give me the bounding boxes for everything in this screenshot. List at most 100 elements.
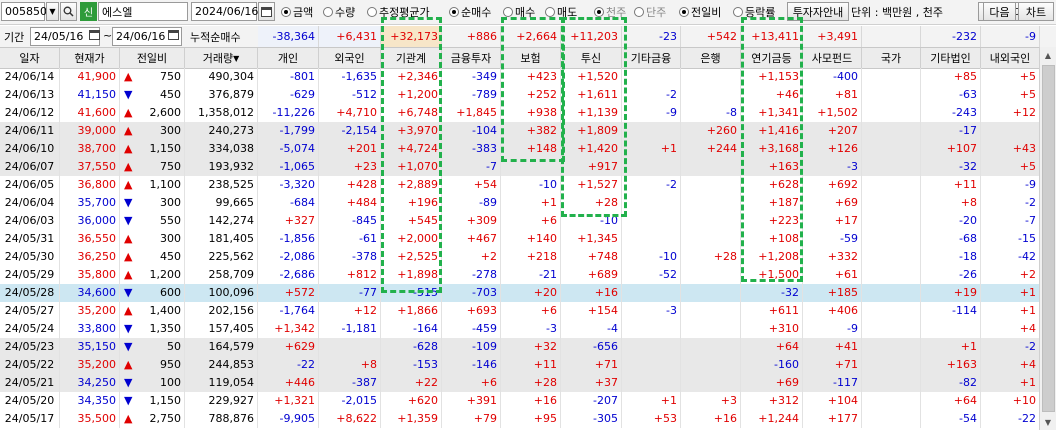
table-row[interactable]: 24/05/17 35,500 ▲ 2,750 788,876 -9,905 +8,622 +… (0, 410, 1040, 428)
table-row[interactable]: 24/06/07 37,550 ▲ 750 193,932 -1,065 +23 +1,070… (0, 158, 1040, 176)
column-header[interactable]: 보험 (501, 48, 561, 68)
change-cell: ▼ 600 (120, 284, 185, 302)
scroll-up-icon[interactable]: ▲ (1040, 47, 1056, 63)
radio-amount[interactable]: 금액 (281, 2, 313, 21)
column-header[interactable]: 외국인 (319, 48, 381, 68)
table-row[interactable]: 24/05/20 34,350 ▼ 1,150 229,927 +1,321 -2,015 +… (0, 392, 1040, 410)
date-cell: 24/06/10 (0, 140, 60, 158)
investor-cell: +1 (501, 194, 561, 212)
radio-avg-price[interactable]: 추정평균가 (367, 2, 430, 21)
radio-amount-label: 금액 (293, 5, 314, 19)
investor-cell: -378 (319, 248, 381, 266)
scroll-thumb[interactable] (1042, 65, 1055, 412)
date-input[interactable]: 2024/06/16 (191, 2, 258, 21)
column-header[interactable]: 금융투자 (442, 48, 501, 68)
volume-cell: 376,879 (185, 86, 258, 104)
column-header[interactable]: 은행 (681, 48, 741, 68)
investor-cell (862, 320, 921, 338)
investor-cell: -9 (803, 320, 862, 338)
calendar-from-icon[interactable] (89, 29, 100, 43)
radio-net-buy-dot (449, 6, 459, 17)
volume-sort-icon[interactable]: ▼ (233, 54, 239, 63)
investor-cell: +1,898 (381, 266, 442, 284)
table-row[interactable]: 24/05/21 34,250 ▼ 100 119,054 +446 -387 +22 +6 +2… (0, 374, 1040, 392)
change-value: 1,150 (149, 394, 182, 407)
investor-cell: -3 (501, 320, 561, 338)
radio-prev-day[interactable]: 전일비 (679, 2, 721, 21)
investor-cell: +446 (258, 374, 319, 392)
table-row[interactable]: 24/05/28 34,600 ▼ 600 100,096 +572 -77 -515 -703… (0, 284, 1040, 302)
table-row[interactable]: 24/05/27 35,200 ▲ 1,400 202,156 -1,764 +12 +1,8… (0, 302, 1040, 320)
column-header[interactable]: 거래량 ▼ (185, 48, 258, 68)
column-header[interactable]: 연기금등 (741, 48, 803, 68)
investor-cell: +406 (803, 302, 862, 320)
table-row[interactable]: 24/05/29 35,800 ▲ 1,200 258,709 -2,686 +812 +1,… (0, 266, 1040, 284)
radio-net-buy[interactable]: 순매수 (449, 2, 491, 21)
investor-info-button[interactable]: 투자자안내 (787, 2, 849, 21)
change-value: 1,100 (149, 178, 182, 191)
table-row[interactable]: 24/06/03 36,000 ▼ 550 142,274 +327 -845 +545 +30… (0, 212, 1040, 230)
column-header[interactable]: 투신 (561, 48, 622, 68)
table-row[interactable]: 24/05/22 35,200 ▲ 950 244,853 -22 +8 -153 -146 +1… (0, 356, 1040, 374)
column-header[interactable]: 내외국인 (981, 48, 1040, 68)
investor-cell: +3,970 (381, 122, 442, 140)
investor-cell: -63 (921, 86, 981, 104)
table-row[interactable]: 24/06/05 36,800 ▲ 1,100 238,525 -3,320 +428 +2,… (0, 176, 1040, 194)
date-cell: 24/05/24 (0, 320, 60, 338)
radio-sell[interactable]: 매도 (545, 2, 577, 21)
radio-buy[interactable]: 매수 (503, 2, 535, 21)
search-icon[interactable] (60, 2, 77, 21)
table-row[interactable]: 24/05/23 35,150 ▼ 50 164,579 +629 -628 -109 +32-… (0, 338, 1040, 356)
column-header[interactable]: 기타금융 (622, 48, 681, 68)
chart-button[interactable]: 차트 (1018, 2, 1054, 21)
table-row[interactable]: 24/06/04 35,700 ▼ 300 99,665 -684 +484 +196 -89 +… (0, 194, 1040, 212)
investor-cell (622, 68, 681, 86)
vertical-scrollbar[interactable]: ▲ ▼ (1039, 47, 1056, 430)
table-row[interactable]: 24/05/30 36,250 ▲ 450 225,562 -2,086 -378 +2,52… (0, 248, 1040, 266)
table-row[interactable]: 24/06/12 41,600 ▲ 2,600 1,358,012 -11,226 +4,7… (0, 104, 1040, 122)
column-header[interactable]: 사모펀드 (803, 48, 862, 68)
investor-cell: +187 (741, 194, 803, 212)
column-header[interactable]: 기타법인 (921, 48, 981, 68)
investor-cell: +2,346 (381, 68, 442, 86)
change-value: 100 (160, 376, 181, 389)
column-header[interactable]: 일자 (0, 48, 60, 68)
radio-single-shares[interactable]: 단주 (634, 2, 666, 21)
investor-cell: -207 (561, 392, 622, 410)
radio-thousand-shares[interactable]: 천주 (594, 2, 626, 21)
column-header[interactable]: 현재가 (60, 48, 120, 68)
table-row[interactable]: 24/06/14 41,900 ▲ 750 490,304 -801 -1,635 +2,34… (0, 68, 1040, 86)
investor-cell (862, 266, 921, 284)
investor-cell: +218 (501, 248, 561, 266)
table-row[interactable]: 24/06/13 41,150 ▼ 450 376,879 -629 -512 +1,200-… (0, 86, 1040, 104)
change-cell: ▲ 300 (120, 122, 185, 140)
investor-cell: -61 (319, 230, 381, 248)
column-header[interactable]: 전일비 (120, 48, 185, 68)
price-cell: 38,700 (60, 140, 120, 158)
investor-cell (681, 194, 741, 212)
investor-cell: +1,420 (561, 140, 622, 158)
calendar-to-icon[interactable] (168, 29, 179, 43)
table-row[interactable]: 24/06/11 39,000 ▲ 300 240,273 -1,799 -2,154 +3,… (0, 122, 1040, 140)
table-row[interactable]: 24/06/10 38,700 ▲ 1,150 334,038 -5,074 +201 +4,… (0, 140, 1040, 158)
price-cell: 36,000 (60, 212, 120, 230)
stock-code-input[interactable]: 005850 (1, 2, 47, 21)
date-cell: 24/05/22 (0, 356, 60, 374)
stock-name-field[interactable]: 에스엘 (98, 2, 188, 21)
column-header[interactable]: 개인 (258, 48, 319, 68)
investor-cell: +1,845 (442, 104, 501, 122)
scroll-down-icon[interactable]: ▼ (1040, 414, 1056, 430)
table-row[interactable]: 24/05/31 36,550 ▲ 300 181,405 -1,856 -61 +2,000… (0, 230, 1040, 248)
investor-cell: -89 (442, 194, 501, 212)
radio-quantity[interactable]: 수량 (323, 2, 355, 21)
column-header[interactable]: 국가 (862, 48, 921, 68)
table-row[interactable]: 24/05/24 33,800 ▼ 1,350 157,405 +1,342 -1,181-… (0, 320, 1040, 338)
next-page-button[interactable]: 다음 (983, 2, 1016, 21)
calendar-icon[interactable] (258, 2, 275, 21)
code-dropdown-button[interactable]: ▼ (46, 2, 59, 21)
investor-cell: +1,500 (741, 266, 803, 284)
radio-change-rate[interactable]: 등락률 (733, 2, 775, 21)
down-triangle-icon: ▼ (124, 286, 133, 299)
column-header[interactable]: 기관계 (381, 48, 442, 68)
investor-cell (862, 230, 921, 248)
